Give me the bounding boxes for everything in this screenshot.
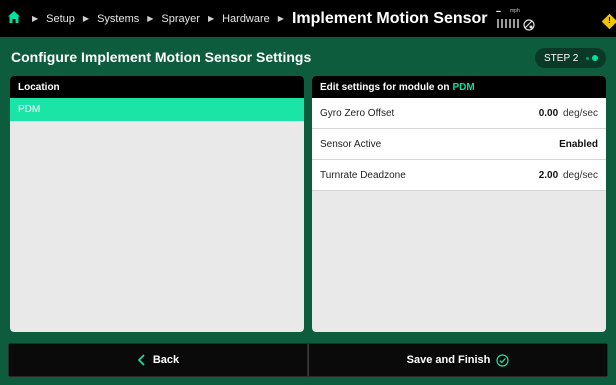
chevron-right-icon: ▶ — [277, 14, 284, 23]
chevron-right-icon: ▶ — [207, 14, 215, 23]
setting-unit: deg/sec — [562, 169, 598, 181]
setting-label: Sensor Active — [320, 138, 382, 150]
setting-row-turnrate-deadzone[interactable]: Turnrate Deadzone 2.00 deg/sec — [312, 160, 606, 191]
chevron-left-icon — [137, 354, 145, 366]
setting-value: 0.00 — [538, 107, 559, 119]
page-title: Implement Motion Sensor — [291, 9, 488, 27]
back-button-label: Back — [152, 354, 180, 366]
breadcrumb-systems[interactable]: Systems — [97, 13, 139, 25]
settings-panel: Edit settings for module on PDM Gyro Zer… — [312, 76, 606, 332]
status-area[interactable]: -- mph ! — [496, 6, 616, 36]
step-label: STEP 2 — [544, 52, 579, 64]
breadcrumb-hardware[interactable]: Hardware — [222, 13, 270, 25]
settings-panel-header: Edit settings for module on PDM — [312, 76, 606, 98]
check-circle-icon — [496, 353, 509, 367]
setting-row-sensor-active[interactable]: Sensor Active Enabled — [312, 129, 606, 160]
setting-label: Gyro Zero Offset — [320, 107, 395, 119]
chevron-right-icon: ▶ — [147, 14, 154, 23]
footer-bar: Back Save and Finish — [8, 343, 608, 377]
top-bar: ▶ Setup ▶ Systems ▶ Sprayer ▶ Hardware ▶… — [0, 0, 616, 37]
speed-unit: mph — [510, 8, 520, 14]
speed-value: -- — [496, 6, 501, 16]
back-button[interactable]: Back — [8, 343, 308, 377]
location-panel-header: Location — [10, 76, 304, 98]
step-indicator: STEP 2 — [535, 48, 606, 68]
setting-value: 2.00 — [538, 169, 559, 181]
setting-row-gyro-zero-offset[interactable]: Gyro Zero Offset 0.00 deg/sec — [312, 98, 606, 129]
settings-header-module: PDM — [452, 81, 475, 93]
finish-button-label: Save and Finish — [406, 354, 491, 366]
setting-label: Turnrate Deadzone — [320, 169, 406, 181]
location-item-pdm[interactable]: PDM — [10, 98, 304, 121]
warning-mark: ! — [608, 16, 611, 25]
location-item-label: PDM — [18, 104, 41, 115]
location-header-label: Location — [18, 81, 60, 93]
chevron-right-icon: ▶ — [32, 14, 39, 23]
breadcrumb-setup[interactable]: Setup — [46, 13, 75, 25]
section-heading: Configure Implement Motion Sensor Settin… — [11, 49, 312, 65]
breadcrumb: ▶ Setup ▶ Systems ▶ Sprayer ▶ Hardware ▶… — [24, 0, 488, 37]
setting-value: Enabled — [559, 138, 598, 150]
settings-header-prefix: Edit settings for module on — [320, 81, 450, 93]
setting-unit: deg/sec — [562, 107, 598, 119]
step-dot-active — [592, 55, 598, 61]
breadcrumb-sprayer[interactable]: Sprayer — [161, 13, 200, 25]
chevron-right-icon: ▶ — [82, 14, 90, 23]
location-panel: Location PDM — [10, 76, 304, 332]
gps-icon — [523, 19, 535, 31]
home-icon[interactable] — [7, 10, 21, 24]
step-dot-inactive — [586, 56, 589, 60]
save-and-finish-button[interactable]: Save and Finish — [308, 343, 608, 377]
signal-bars — [497, 19, 519, 28]
